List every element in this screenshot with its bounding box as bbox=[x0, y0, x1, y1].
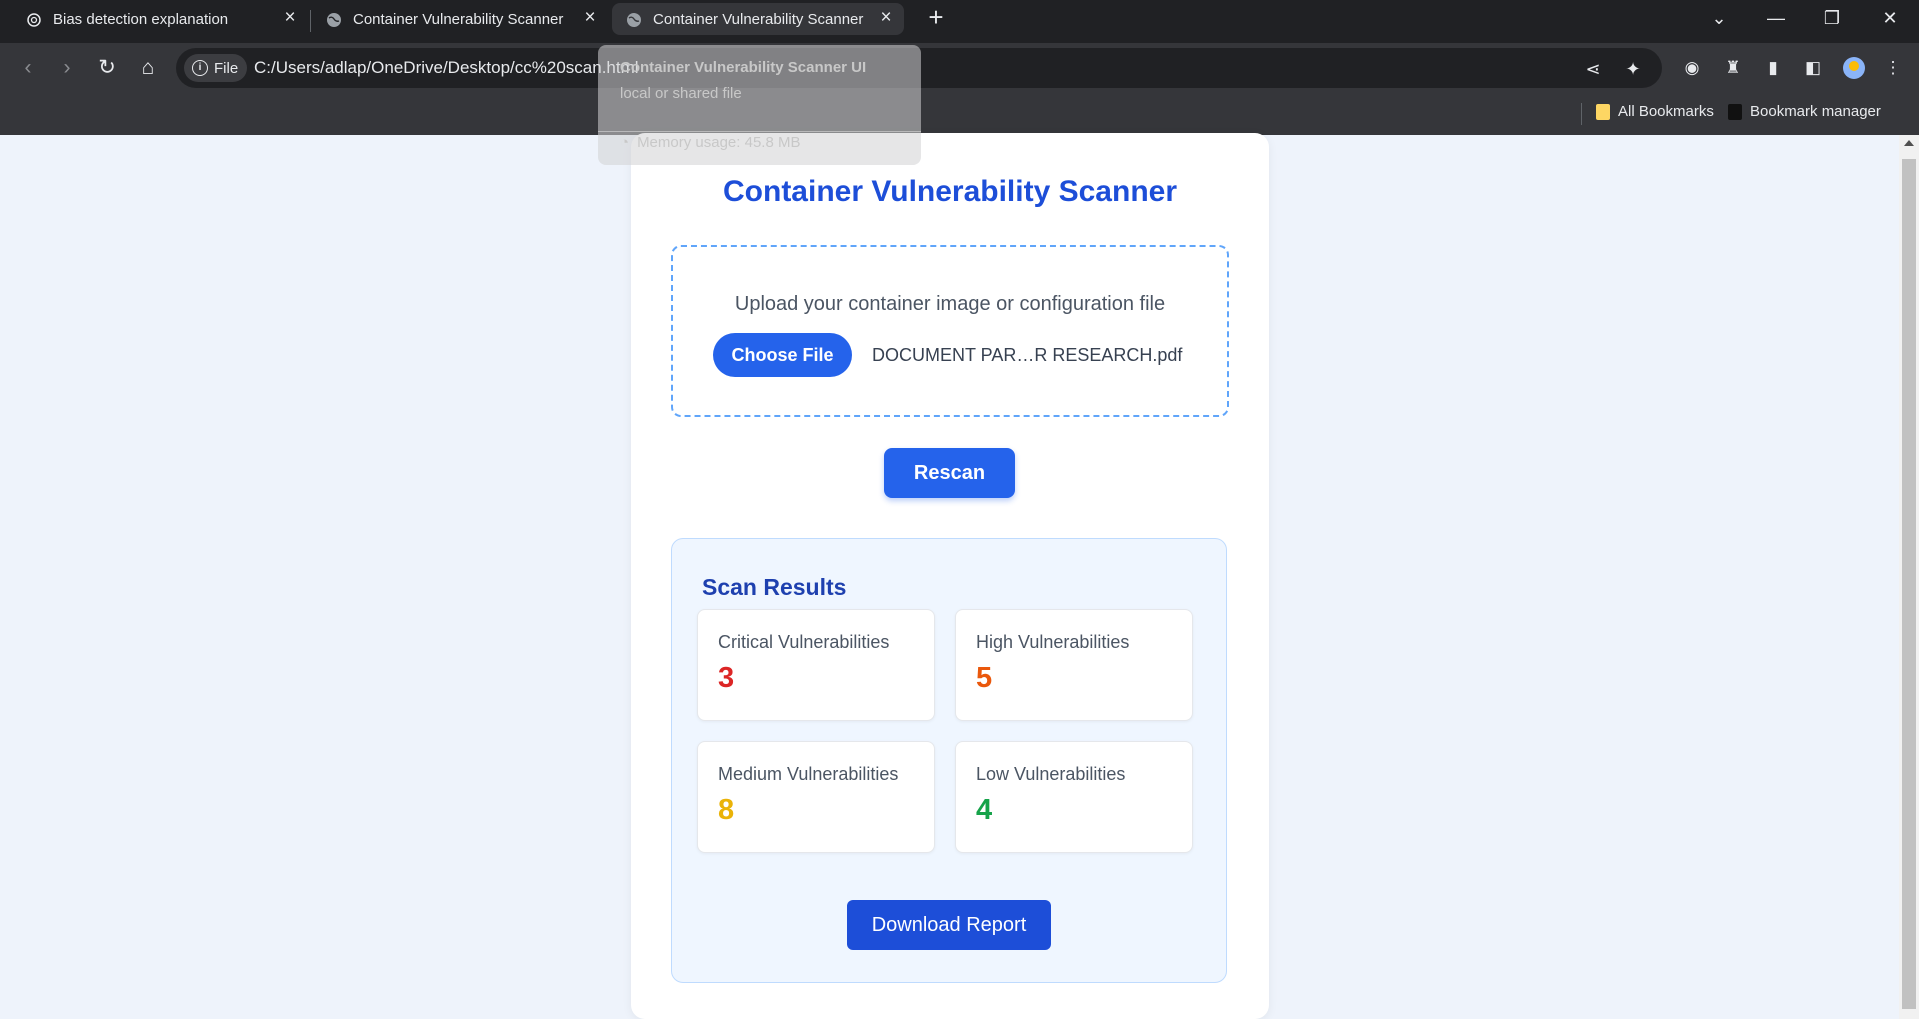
bookmark-star-icon[interactable]: ✦ bbox=[1622, 58, 1644, 80]
close-icon[interactable]: × bbox=[874, 6, 898, 30]
selected-file-name: DOCUMENT PAR…R RESEARCH.pdf bbox=[872, 345, 1183, 365]
tab-bias-detection[interactable]: Bias detection explanation × bbox=[12, 3, 304, 35]
folder-icon bbox=[1728, 103, 1742, 120]
memory-usage-text: Memory usage: 45.8 MB bbox=[637, 134, 801, 151]
forward-icon[interactable]: › bbox=[54, 55, 80, 81]
tab-title: Container Vulnerability Scanner UI bbox=[653, 11, 866, 28]
scanner-card: Container Vulnerability Scanner Upload y… bbox=[631, 133, 1269, 1019]
bookmark-manager-label: Bookmark manager bbox=[1750, 103, 1881, 120]
hover-card-memory: ◔ Memory usage: 45.8 MB bbox=[620, 134, 800, 151]
tab-hover-card: Container Vulnerability Scanner UI local… bbox=[598, 45, 921, 165]
tab-separator bbox=[310, 10, 311, 32]
bookmarks-icon[interactable]: ▮ bbox=[1762, 57, 1784, 79]
bookmarks-separator bbox=[1581, 103, 1582, 125]
close-icon[interactable]: × bbox=[278, 6, 302, 30]
scroll-up-arrow-icon[interactable] bbox=[1904, 140, 1914, 146]
stat-label: High Vulnerabilities bbox=[976, 632, 1130, 652]
low-count: 4 bbox=[976, 794, 993, 826]
scan-results-panel: Scan Results Critical Vulnerabilities 3 … bbox=[671, 538, 1227, 983]
tab-title: Bias detection explanation bbox=[53, 11, 229, 28]
file-chip-label: File bbox=[214, 59, 239, 77]
high-vulnerabilities-card: High Vulnerabilities 5 bbox=[955, 609, 1193, 721]
tab-container-scanner[interactable]: Container Vulnerability Scanner UI × bbox=[312, 3, 604, 35]
reload-icon[interactable]: ↻ bbox=[94, 55, 120, 81]
high-count: 5 bbox=[976, 662, 993, 694]
globe-icon bbox=[327, 13, 341, 27]
critical-count: 3 bbox=[718, 662, 735, 694]
tab-strip: Bias detection explanation × Container V… bbox=[0, 0, 1919, 43]
memory-gauge-icon: ◔ bbox=[620, 134, 630, 151]
browser-toolbar: ‹ › ↻ ⌂ i File C:/Users/adlap/OneDrive/D… bbox=[0, 43, 1919, 93]
restore-icon[interactable]: ❐ bbox=[1816, 6, 1848, 30]
profile-avatar[interactable] bbox=[1843, 57, 1865, 79]
tab-container-scanner-active[interactable]: Container Vulnerability Scanner UI × bbox=[612, 3, 904, 35]
upload-prompt: Upload your container image or configura… bbox=[734, 293, 1166, 315]
site-info-chip[interactable]: i File bbox=[184, 54, 248, 82]
close-icon[interactable]: × bbox=[578, 6, 602, 30]
menu-icon[interactable]: ⋮ bbox=[1882, 57, 1904, 79]
stat-label: Critical Vulnerabilities bbox=[718, 632, 890, 652]
info-icon: i bbox=[192, 60, 208, 76]
stat-label: Low Vulnerabilities bbox=[976, 764, 1126, 784]
hover-card-divider bbox=[598, 131, 921, 132]
share-icon[interactable]: ⋖ bbox=[1582, 58, 1604, 80]
tab-search-icon[interactable]: ⌄ bbox=[1703, 6, 1735, 30]
minimize-icon[interactable]: — bbox=[1760, 6, 1792, 30]
globe-icon bbox=[627, 13, 641, 27]
side-panel-icon[interactable]: ◧ bbox=[1802, 57, 1824, 79]
all-bookmarks-label: All Bookmarks bbox=[1618, 103, 1714, 120]
extension-shield-icon[interactable]: ◉ bbox=[1681, 57, 1703, 79]
scroll-thumb[interactable] bbox=[1902, 159, 1916, 1009]
folder-icon bbox=[1596, 103, 1610, 120]
home-icon[interactable]: ⌂ bbox=[135, 55, 161, 81]
new-tab-button[interactable]: + bbox=[922, 3, 950, 31]
openai-icon bbox=[27, 13, 41, 27]
hover-card-title: Container Vulnerability Scanner UI bbox=[620, 59, 867, 76]
window-close-icon[interactable]: ✕ bbox=[1874, 6, 1906, 30]
low-vulnerabilities-card: Low Vulnerabilities 4 bbox=[955, 741, 1193, 853]
all-bookmarks-button[interactable]: All Bookmarks bbox=[1596, 103, 1714, 120]
hover-card-subtitle: local or shared file bbox=[620, 85, 742, 102]
stat-label: Medium Vulnerabilities bbox=[718, 764, 899, 784]
download-report-button[interactable]: Download Report bbox=[847, 900, 1051, 950]
page-title: Container Vulnerability Scanner bbox=[723, 175, 1177, 208]
url-text[interactable]: C:/Users/adlap/OneDrive/Desktop/cc%20sca… bbox=[254, 58, 639, 78]
results-title: Scan Results bbox=[702, 574, 847, 600]
upload-dropzone[interactable]: Upload your container image or configura… bbox=[671, 245, 1229, 417]
incognito-icon[interactable]: ♜ bbox=[1722, 57, 1744, 79]
bookmarks-bar: All Bookmarks Bookmark manager bbox=[0, 93, 1919, 135]
tab-title: Container Vulnerability Scanner UI bbox=[353, 11, 566, 28]
page-scrollbar[interactable] bbox=[1899, 135, 1919, 1019]
choose-file-button[interactable]: Choose File bbox=[713, 333, 852, 377]
bookmark-manager-button[interactable]: Bookmark manager bbox=[1728, 103, 1881, 120]
back-icon[interactable]: ‹ bbox=[15, 55, 41, 81]
medium-vulnerabilities-card: Medium Vulnerabilities 8 bbox=[697, 741, 935, 853]
critical-vulnerabilities-card: Critical Vulnerabilities 3 bbox=[697, 609, 935, 721]
medium-count: 8 bbox=[718, 794, 735, 826]
rescan-button[interactable]: Rescan bbox=[884, 448, 1015, 498]
